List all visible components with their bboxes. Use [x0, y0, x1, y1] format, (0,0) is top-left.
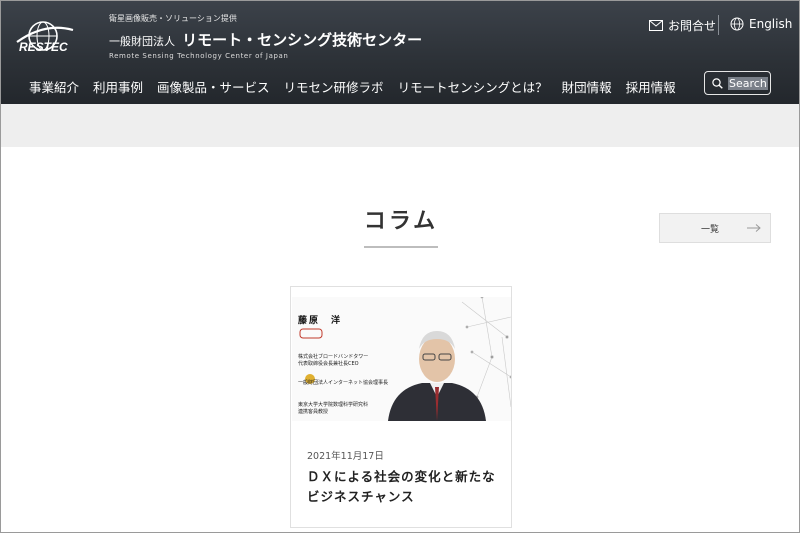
site-header: RESTEC 衛星画像販売・ソリューション提供 一般財団法人 リモート・センシン… [1, 1, 799, 104]
card-date: 2021年11月17日 [307, 451, 384, 462]
page-frame: RESTEC 衛星画像販売・ソリューション提供 一般財団法人 リモート・センシン… [0, 0, 800, 533]
mail-icon [649, 20, 663, 31]
header-divider [718, 15, 719, 35]
contact-link[interactable]: お問合せ [649, 17, 716, 34]
org-english-name: Remote Sensing Technology Center of Japa… [109, 52, 289, 60]
list-button-label: 一覧 [700, 224, 719, 235]
main-nav: 事業紹介 利用事例 画像製品・サービス リモセン研修ラボ リモートセンシングとは… [29, 77, 690, 96]
title-underline [364, 246, 438, 248]
breadcrumb-band [1, 104, 799, 147]
restec-logo[interactable]: RESTEC [15, 18, 99, 58]
thumb-speaker-name: 藤原 洋 [298, 316, 343, 326]
svg-text:RESTEC: RESTEC [19, 40, 68, 54]
globe-icon [730, 17, 744, 31]
list-button[interactable]: 一覧 [659, 213, 771, 243]
column-card[interactable]: 藤原 洋 株式会社ブロードバンドタワー 代表取締役会長兼社長CEO 一般財団法人… [290, 286, 512, 528]
english-label: English [749, 17, 793, 31]
english-link[interactable]: English [730, 17, 792, 31]
search-label: Search [728, 76, 768, 90]
org-title[interactable]: 一般財団法人 リモート・センシング技術センター [109, 29, 422, 50]
nav-item-products[interactable]: 画像製品・サービス [157, 77, 270, 96]
thumb-professor: 連携客員教授 [298, 409, 329, 415]
nav-item-training-lab[interactable]: リモセン研修ラボ [284, 77, 384, 96]
org-prefix: 一般財団法人 [109, 35, 175, 48]
nav-item-use-cases[interactable]: 利用事例 [93, 77, 143, 96]
card-title[interactable]: ＤＸによる社会の変化と新たなビジネスチャンス [307, 467, 502, 507]
contact-label: お問合せ [668, 19, 717, 33]
thumb-association: 一般財団法人インターネット協会理事長 [298, 380, 389, 386]
search-icon [712, 77, 723, 89]
nav-item-careers[interactable]: 採用情報 [626, 77, 676, 96]
nav-item-foundation[interactable]: 財団情報 [562, 77, 612, 96]
nav-item-about-remote-sensing[interactable]: リモートセンシングとは？ [398, 77, 548, 96]
arrow-right-icon [747, 224, 761, 232]
search-button[interactable]: Search [704, 71, 771, 95]
org-name: リモート・センシング技術センター [182, 31, 423, 49]
header-tagline: 衛星画像販売・ソリューション提供 [109, 14, 237, 23]
thumb-company: 株式会社ブロードバンドタワー [298, 354, 369, 360]
nav-item-business[interactable]: 事業紹介 [29, 77, 79, 96]
thumb-university: 東京大学大学院数理科学研究科 [298, 402, 369, 408]
thumb-role: 代表取締役会長兼社長CEO [298, 361, 359, 367]
card-thumbnail: 藤原 洋 株式会社ブロードバンドタワー 代表取締役会長兼社長CEO 一般財団法人… [292, 297, 511, 421]
